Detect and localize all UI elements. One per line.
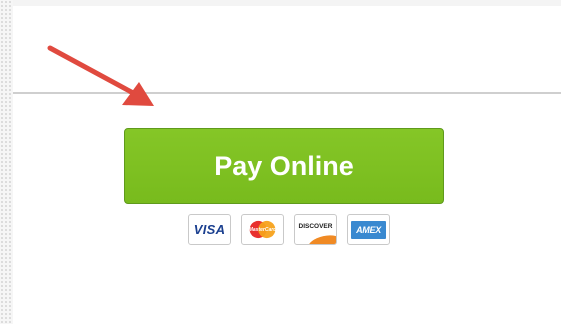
discover-swoosh xyxy=(306,232,336,244)
top-band xyxy=(13,0,561,6)
arrow-pointing-icon xyxy=(47,45,154,106)
pay-online-button[interactable]: Pay Online xyxy=(124,128,444,204)
discover-logo-icon: DISCOVER xyxy=(294,214,337,245)
amex-logo-icon: AMEX xyxy=(347,214,390,245)
amex-box: AMEX xyxy=(351,220,386,239)
visa-label: VISA xyxy=(193,222,226,237)
amex-label: AMEX xyxy=(356,224,381,235)
dotted-edge xyxy=(0,0,13,324)
payment-page: Pay Online VISA MasterCard DISCOVER AMEX xyxy=(0,0,561,324)
visa-logo-icon: VISA xyxy=(188,214,231,245)
accepted-cards: VISA MasterCard DISCOVER AMEX xyxy=(188,214,390,245)
discover-label: DISCOVER xyxy=(298,223,333,230)
mastercard-label: MasterCard xyxy=(248,227,277,233)
mastercard-logo-icon: MasterCard xyxy=(241,214,284,245)
